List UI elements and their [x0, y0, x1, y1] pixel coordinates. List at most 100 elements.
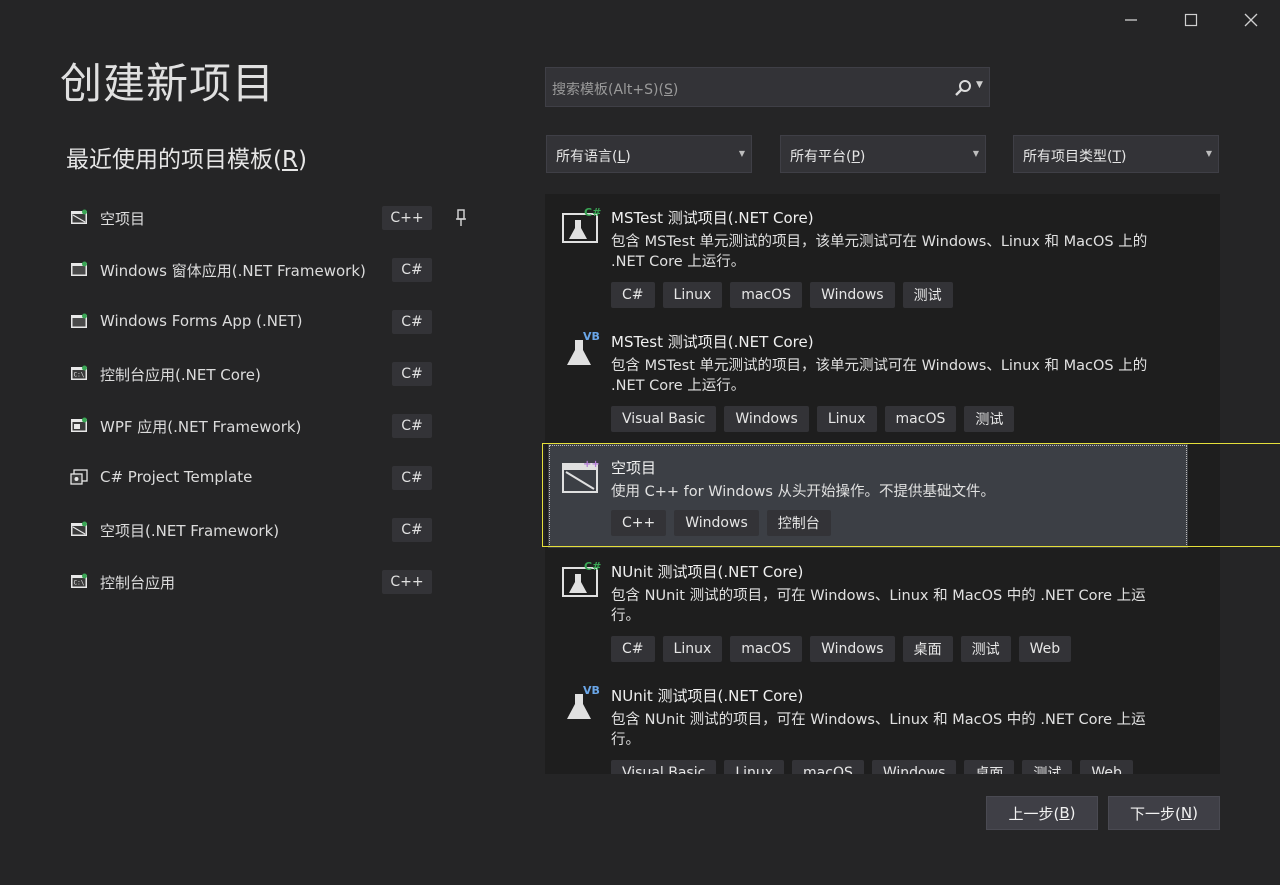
- template-tag: 测试: [902, 282, 953, 308]
- project-type-filter-dropdown[interactable]: 所有项目类型(T) ▼: [1013, 135, 1219, 173]
- search-input[interactable]: 搜索模板(Alt+S)(S) ▼: [545, 67, 990, 107]
- template-description: 包含 MSTest 单元测试的项目，该单元测试可在 Windows、Linux …: [611, 234, 1148, 270]
- template-tag: Windows: [871, 760, 957, 774]
- page-title: 创建新项目: [60, 59, 276, 108]
- maximize-icon: [1184, 13, 1198, 27]
- template-tags: C++ Windows 控制台: [611, 510, 831, 536]
- recent-template-item[interactable]: C:\ 控制台应用 C++: [66, 557, 486, 609]
- template-tag: Windows: [674, 510, 759, 536]
- recent-template-item[interactable]: C# Project Template C#: [66, 453, 486, 505]
- language-badge: C#: [392, 414, 432, 438]
- pin-icon[interactable]: [454, 209, 468, 227]
- language-badge: C#: [392, 518, 432, 542]
- wpf-app-icon: [71, 417, 87, 432]
- template-tag: Linux: [724, 760, 785, 774]
- template-tag: macOS: [730, 282, 803, 308]
- empty-project-icon: [71, 521, 87, 536]
- template-item[interactable]: C# MSTest 测试项目(.NET Core) 包含 MSTest 单元测试的项…: [545, 194, 1185, 318]
- template-tag: Visual Basic: [611, 760, 717, 774]
- template-tag: Windows: [724, 406, 809, 432]
- vb-test-flask-icon: VB: [567, 330, 600, 365]
- csharp-test-flask-icon: C#: [562, 206, 601, 243]
- svg-text:VB: VB: [583, 684, 600, 697]
- language-filter-dropdown[interactable]: 所有语言(L) ▼: [546, 135, 752, 173]
- platform-filter-label: 所有平台(P): [790, 149, 866, 165]
- recent-template-item[interactable]: Windows 窗体应用(.NET Framework) C#: [66, 245, 486, 297]
- template-tag: 桌面: [964, 760, 1015, 774]
- svg-text:C#: C#: [584, 206, 601, 219]
- recent-template-label: WPF 应用(.NET Framework): [100, 418, 302, 436]
- template-tag: Linux: [816, 406, 877, 432]
- template-description: 包含 NUnit 测试的项目，可在 Windows、Linux 和 MacOS …: [611, 712, 1146, 748]
- template-tag: Windows: [810, 282, 895, 308]
- recent-template-label: Windows 窗体应用(.NET Framework): [100, 262, 366, 280]
- template-tag: C#: [611, 636, 655, 662]
- template-tag: 桌面: [902, 636, 953, 662]
- recent-template-item[interactable]: Windows Forms App (.NET) C#: [66, 297, 486, 349]
- recent-template-label: 空项目(.NET Framework): [100, 522, 280, 540]
- language-badge: C#: [392, 258, 432, 282]
- recent-template-item[interactable]: 空项目 C++: [66, 193, 486, 245]
- template-item[interactable]: C# NUnit 测试项目(.NET Core) 包含 NUnit 测试的项目，可在…: [545, 548, 1185, 672]
- close-button[interactable]: [1237, 6, 1265, 34]
- search-options-chevron-icon[interactable]: ▼: [976, 80, 983, 90]
- close-icon: [1244, 13, 1258, 27]
- cpp-empty-project-icon: ++: [562, 459, 600, 493]
- maximize-button[interactable]: [1177, 6, 1205, 34]
- template-list[interactable]: C# MSTest 测试项目(.NET Core) 包含 MSTest 单元测试的项…: [545, 194, 1220, 774]
- console-app-icon: C:\: [71, 573, 87, 588]
- recent-template-item[interactable]: C:\ 控制台应用(.NET Core) C#: [66, 349, 486, 401]
- recent-template-item[interactable]: 空项目(.NET Framework) C#: [66, 505, 486, 557]
- template-tag: C#: [611, 282, 655, 308]
- recent-template-label: 控制台应用(.NET Core): [100, 366, 261, 384]
- svg-text:C:\: C:\: [74, 372, 85, 379]
- template-tag: 测试: [964, 406, 1015, 432]
- template-tags: Visual Basic Linux macOS Windows 桌面 测试 Web: [611, 760, 1133, 774]
- recent-template-label: 控制台应用: [100, 574, 176, 592]
- windows-forms-icon: [71, 313, 87, 328]
- chevron-down-icon: ▼: [738, 149, 745, 158]
- template-tags: C# Linux macOS Windows 桌面 测试 Web: [611, 636, 1072, 662]
- project-type-filter-label: 所有项目类型(T): [1023, 149, 1127, 165]
- template-tags: Visual Basic Windows Linux macOS 测试: [611, 406, 1015, 432]
- recent-templates-heading: 最近使用的项目模板(R): [66, 147, 307, 173]
- template-tag: 测试: [960, 636, 1011, 662]
- language-badge: C++: [382, 206, 432, 230]
- language-badge: C#: [392, 362, 432, 386]
- platform-filter-dropdown[interactable]: 所有平台(P) ▼: [780, 135, 986, 173]
- minimize-icon: [1125, 19, 1137, 21]
- template-name: NUnit 测试项目(.NET Core): [611, 563, 804, 581]
- recent-template-label: Windows Forms App (.NET): [100, 312, 303, 330]
- project-template-icon: [70, 469, 88, 485]
- svg-text:C:\: C:\: [74, 580, 85, 587]
- template-item[interactable]: VB MSTest 测试项目(.NET Core) 包含 MSTest 单元测试的项…: [545, 318, 1185, 442]
- template-description: 使用 C++ for Windows 从头开始操作。不提供基础文件。: [611, 484, 996, 500]
- language-badge: C++: [382, 570, 432, 594]
- language-badge: C#: [392, 466, 432, 490]
- template-tag: 测试: [1022, 760, 1073, 774]
- template-description: 包含 NUnit 测试的项目，可在 Windows、Linux 和 MacOS …: [611, 588, 1146, 624]
- template-item[interactable]: VB NUnit 测试项目(.NET Core) 包含 NUnit 测试的项目，可在…: [545, 672, 1185, 774]
- template-item[interactable]: ++ 空项目 使用 C++ for Windows 从头开始操作。不提供基础文件。 C…: [548, 444, 1188, 548]
- template-tag: macOS: [792, 760, 864, 774]
- console-app-icon: C:\: [71, 365, 87, 380]
- template-tag: Web: [1080, 760, 1133, 774]
- template-tag: Web: [1018, 636, 1072, 662]
- search-icon[interactable]: [954, 79, 972, 97]
- minimize-button[interactable]: [1117, 6, 1145, 34]
- recent-template-item[interactable]: WPF 应用(.NET Framework) C#: [66, 401, 486, 453]
- recent-template-label: 空项目: [100, 210, 146, 228]
- template-name: MSTest 测试项目(.NET Core): [611, 209, 814, 227]
- template-name: NUnit 测试项目(.NET Core): [611, 687, 804, 705]
- vb-test-flask-icon: VB: [567, 684, 600, 719]
- template-tag: 控制台: [766, 510, 831, 536]
- next-button[interactable]: 下一步(N): [1108, 796, 1220, 830]
- back-button[interactable]: 上一步(B): [986, 796, 1098, 830]
- recent-template-label: C# Project Template: [100, 468, 253, 486]
- recent-templates-list: 空项目 C++ Windows 窗体应用(.NET Framework) C# Wind…: [66, 193, 486, 609]
- svg-text:++: ++: [583, 459, 600, 470]
- template-tag: C++: [611, 510, 667, 536]
- language-badge: C#: [392, 310, 432, 334]
- windows-forms-icon: [71, 261, 87, 276]
- search-placeholder: 搜索模板(Alt+S)(S): [552, 82, 679, 98]
